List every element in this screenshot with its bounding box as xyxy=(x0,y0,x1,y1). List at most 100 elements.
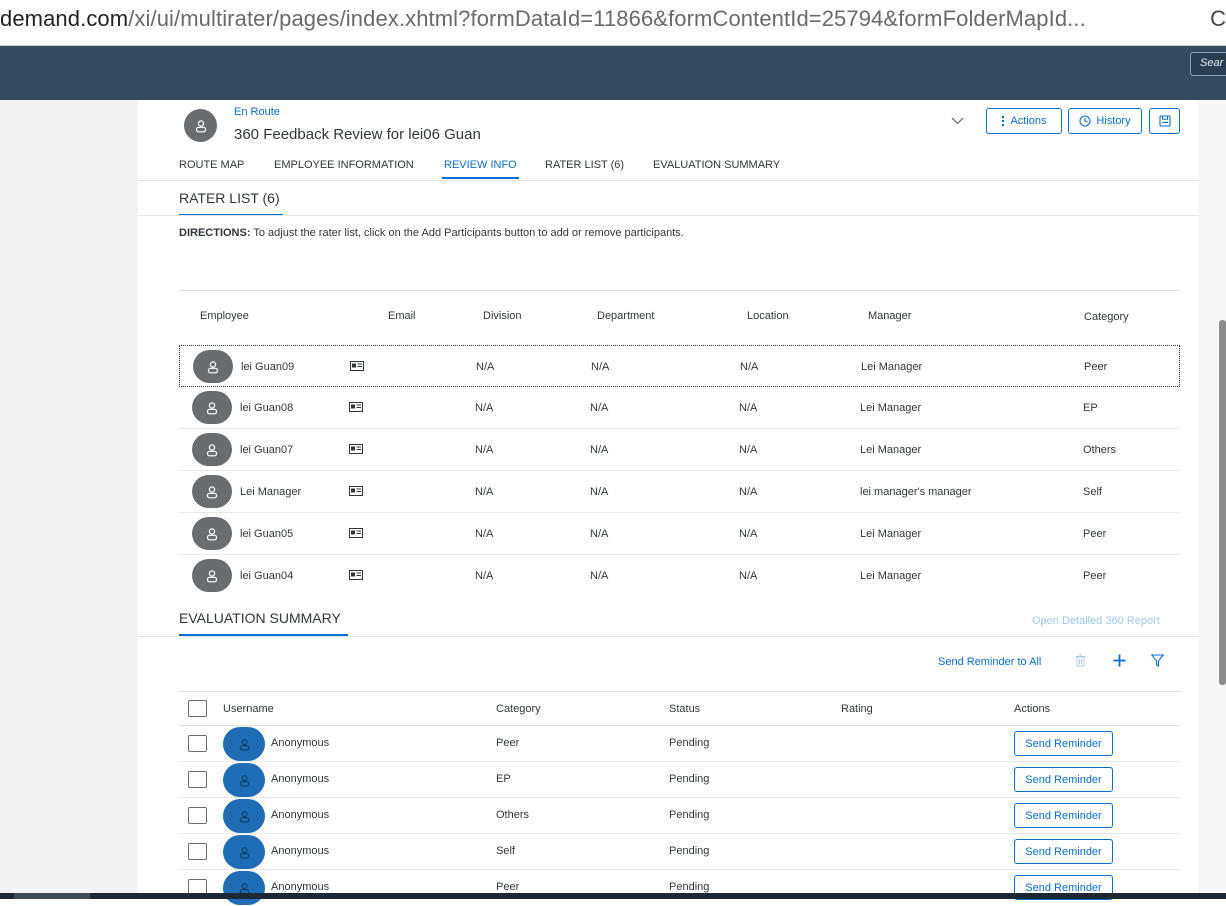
taskbar-item[interactable] xyxy=(14,893,90,899)
evaluation-row: Anonymous Peer Pending Send Reminder xyxy=(179,870,1180,906)
rater-manager: Lei Manager xyxy=(861,361,923,373)
add-icon[interactable] xyxy=(1113,654,1126,667)
eval-category: Others xyxy=(496,809,530,821)
row-checkbox[interactable] xyxy=(188,771,207,788)
more-vertical-icon xyxy=(1002,115,1005,127)
rater-name[interactable]: lei Guan05 xyxy=(240,528,293,540)
url-text[interactable]: demand.com/xi/ui/multirater/pages/index.… xyxy=(0,6,1086,32)
col-location[interactable]: Location xyxy=(747,310,789,322)
page-title: 360 Feedback Review for lei06 Guan xyxy=(234,126,481,143)
person-icon xyxy=(195,119,206,132)
rater-location: N/A xyxy=(739,444,758,456)
scrollbar-thumb[interactable] xyxy=(1219,320,1226,685)
history-button[interactable]: History xyxy=(1068,108,1142,134)
rater-name[interactable]: lei Guan04 xyxy=(240,570,293,582)
contact-card-icon[interactable] xyxy=(349,528,363,538)
rater-name[interactable]: Lei Manager xyxy=(240,486,301,498)
col-username[interactable]: Username xyxy=(223,703,274,715)
rater-row[interactable]: lei Guan05 N/A N/A N/A Lei Manager Peer xyxy=(179,513,1180,555)
contact-card-icon[interactable] xyxy=(349,486,363,496)
send-reminder-button[interactable]: Send Reminder xyxy=(1014,839,1113,864)
rater-location: N/A xyxy=(739,402,758,414)
col-division[interactable]: Division xyxy=(483,310,522,322)
rater-location: N/A xyxy=(739,528,758,540)
browser-url-bar[interactable]: demand.com/xi/ui/multirater/pages/index.… xyxy=(0,0,1226,46)
search-placeholder: Sear xyxy=(1200,57,1224,69)
col-status[interactable]: Status xyxy=(669,703,700,715)
rater-row[interactable]: lei Guan04 N/A N/A N/A Lei Manager Peer xyxy=(179,555,1180,597)
row-checkbox[interactable] xyxy=(188,807,207,824)
tab-route-map[interactable]: ROUTE MAP xyxy=(179,159,244,171)
eval-category: Self xyxy=(496,845,515,857)
rater-department: N/A xyxy=(591,361,610,373)
active-tab-indicator xyxy=(442,177,519,179)
tab-evaluation-summary[interactable]: EVALUATION SUMMARY xyxy=(653,159,780,171)
col-department[interactable]: Department xyxy=(597,310,654,322)
person-icon xyxy=(207,360,219,373)
eval-username: Anonymous xyxy=(271,845,330,857)
tab-review-info[interactable]: REVIEW INFO xyxy=(444,159,517,171)
left-pane xyxy=(0,100,138,899)
rater-category: Others xyxy=(1083,444,1117,456)
contact-card-icon[interactable] xyxy=(349,444,363,454)
url-path: /xi/ui/multirater/pages/index.xhtml?form… xyxy=(128,6,1086,31)
col-email[interactable]: Email xyxy=(388,310,416,322)
col-actions[interactable]: Actions xyxy=(1014,703,1050,715)
person-icon xyxy=(206,485,218,498)
os-taskbar xyxy=(0,893,1226,899)
rater-location: N/A xyxy=(739,570,758,582)
rater-department: N/A xyxy=(590,486,609,498)
evaluation-row: Anonymous Others Pending Send Reminder xyxy=(179,798,1180,834)
person-icon xyxy=(239,846,249,858)
col-employee[interactable]: Employee xyxy=(200,310,249,322)
send-reminder-button[interactable]: Send Reminder xyxy=(1014,803,1113,828)
evaluation-row: Anonymous Peer Pending Send Reminder xyxy=(179,726,1180,762)
eval-username: Anonymous xyxy=(271,881,330,893)
person-icon xyxy=(239,774,249,786)
send-reminder-all-button[interactable]: Send Reminder to All xyxy=(938,656,1041,668)
reload-icon[interactable]: C xyxy=(1210,6,1226,32)
row-checkbox[interactable] xyxy=(188,735,207,752)
col-category[interactable]: Category xyxy=(1084,311,1129,323)
directions-label: DIRECTIONS: xyxy=(179,227,251,239)
contact-card-icon[interactable] xyxy=(350,361,364,371)
chevron-down-icon[interactable] xyxy=(951,113,964,128)
tab-rater-list[interactable]: RATER LIST (6) xyxy=(545,159,624,171)
rater-row[interactable]: Lei Manager N/A N/A N/A lei manager's ma… xyxy=(179,471,1180,513)
rater-row[interactable]: lei Guan08 N/A N/A N/A Lei Manager EP xyxy=(179,387,1180,429)
save-icon xyxy=(1158,115,1171,127)
person-icon xyxy=(206,527,218,540)
actions-button[interactable]: Actions xyxy=(986,108,1062,134)
select-all-checkbox[interactable] xyxy=(188,700,207,717)
evaluation-row: Anonymous EP Pending Send Reminder xyxy=(179,762,1180,798)
main-content: En Route 360 Feedback Review for lei06 G… xyxy=(138,100,1198,905)
open-detailed-report-link[interactable]: Open Detailed 360 Report xyxy=(1032,615,1160,627)
rater-name[interactable]: lei Guan08 xyxy=(240,402,293,414)
tab-employee-information[interactable]: EMPLOYEE INFORMATION xyxy=(274,159,414,171)
evaluation-summary-title: EVALUATION SUMMARY xyxy=(179,610,341,626)
contact-card-icon[interactable] xyxy=(349,402,363,412)
col-rating[interactable]: Rating xyxy=(841,703,873,715)
filter-icon[interactable] xyxy=(1151,654,1164,667)
rater-row[interactable]: lei Guan07 N/A N/A N/A Lei Manager Other… xyxy=(179,429,1180,471)
rater-name[interactable]: lei Guan07 xyxy=(240,444,293,456)
rater-name[interactable]: lei Guan09 xyxy=(241,361,294,373)
rater-row[interactable]: lei Guan09 N/A N/A N/A Lei Manager Peer xyxy=(179,345,1180,387)
history-label: History xyxy=(1096,115,1131,127)
actions-label: Actions xyxy=(1010,115,1047,127)
col-manager[interactable]: Manager xyxy=(868,310,911,322)
evaluation-table-header: Username Category Status Rating Actions xyxy=(179,691,1180,726)
rater-department: N/A xyxy=(590,444,609,456)
search-field[interactable]: Sear xyxy=(1190,52,1226,76)
eval-username: Anonymous xyxy=(271,737,330,749)
contact-card-icon[interactable] xyxy=(349,570,363,580)
send-reminder-button[interactable]: Send Reminder xyxy=(1014,767,1113,792)
col-eval-category[interactable]: Category xyxy=(496,703,541,715)
save-button[interactable] xyxy=(1149,108,1180,134)
send-reminder-button[interactable]: Send Reminder xyxy=(1014,731,1113,756)
row-checkbox[interactable] xyxy=(188,843,207,860)
trash-icon[interactable] xyxy=(1075,654,1086,667)
person-icon xyxy=(206,443,218,456)
rater-avatar xyxy=(192,475,232,508)
rater-avatar xyxy=(223,799,265,833)
